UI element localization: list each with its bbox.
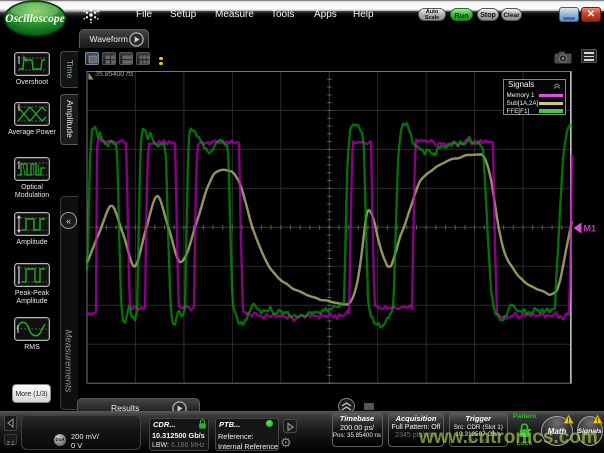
svg-text:!: ! xyxy=(567,417,569,424)
svg-text:!: ! xyxy=(596,417,598,424)
svg-text:Oscilloscope: Oscilloscope xyxy=(5,13,64,25)
svg-text:M1: M1 xyxy=(584,223,597,233)
